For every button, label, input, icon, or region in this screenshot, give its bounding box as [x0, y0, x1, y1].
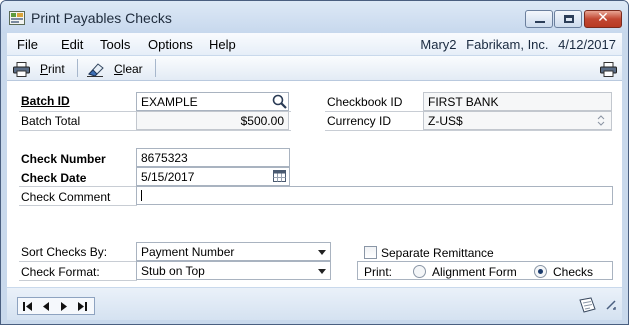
printer-icon: [600, 61, 617, 77]
print-right-button[interactable]: [600, 59, 617, 79]
maximize-button[interactable]: [554, 10, 582, 28]
close-icon: ✕: [597, 10, 609, 26]
alignment-form-radio[interactable]: [413, 265, 426, 278]
alignment-form-label: Alignment Form: [432, 265, 517, 279]
user-company-date: Mary2 Fabrikam, Inc. 4/12/2017: [414, 37, 616, 52]
divider: [19, 130, 291, 131]
sort-checks-value: Payment Number: [141, 245, 235, 259]
clear-button-label: Clear: [114, 62, 143, 76]
print-button[interactable]: Print: [13, 59, 65, 79]
divider: [325, 130, 612, 131]
sort-checks-select[interactable]: Payment Number: [136, 242, 331, 261]
check-date-label: Check Date: [21, 171, 87, 185]
toolbar: Print Clear: [7, 56, 622, 81]
user-name: Mary2: [420, 37, 457, 52]
eraser-icon: [87, 62, 104, 77]
currency-expand-icon[interactable]: [596, 114, 606, 127]
user-date: 4/12/2017: [558, 37, 616, 52]
currency-id-label: Currency ID: [327, 114, 392, 128]
calendar-icon[interactable]: [273, 170, 286, 182]
checkbook-id-label: Checkbook ID: [327, 95, 403, 109]
separate-remittance-label: Separate Remittance: [381, 246, 494, 260]
chevron-down-icon: [318, 250, 326, 255]
record-navigation: [17, 297, 95, 315]
navigation-bar: [7, 288, 622, 320]
title-bar[interactable]: Print Payables Checks ✕: [1, 1, 628, 33]
printer-icon: [13, 61, 30, 77]
checkbook-id-field: FIRST BANK: [423, 92, 612, 111]
app-window-icon: [9, 11, 25, 25]
batch-id-label[interactable]: Batch ID: [21, 94, 70, 108]
sort-checks-label: Sort Checks By:: [21, 245, 108, 259]
checks-radio[interactable]: [534, 265, 547, 278]
check-format-select[interactable]: Stub on Top: [136, 261, 331, 280]
check-number-field[interactable]: 8675323: [136, 148, 290, 167]
check-date-field[interactable]: 5/15/2017: [136, 167, 290, 186]
menu-options[interactable]: Options: [148, 37, 193, 52]
divider: [19, 205, 137, 206]
menu-tools[interactable]: Tools: [100, 37, 130, 52]
menu-help[interactable]: Help: [209, 37, 236, 52]
separate-remittance-checkbox[interactable]: [364, 246, 377, 259]
print-button-label: Print: [40, 62, 65, 76]
menu-bar: File Edit Tools Options Help Mary2 Fabri…: [7, 33, 622, 55]
menu-file[interactable]: File: [17, 37, 38, 52]
window-title: Print Payables Checks: [31, 10, 172, 26]
minimize-button[interactable]: [525, 10, 553, 28]
check-number-label: Check Number: [21, 152, 106, 166]
checks-label: Checks: [553, 265, 594, 279]
check-format-label: Check Format:: [21, 265, 100, 279]
divider: [19, 186, 137, 187]
chevron-down-icon: [318, 269, 326, 274]
toolbar-separator: [77, 59, 78, 77]
next-record-icon[interactable]: [58, 301, 70, 312]
batch-total-value: $500.00: [136, 111, 289, 130]
check-comment-field[interactable]: [136, 186, 613, 205]
currency-id-field: Z-US$: [423, 111, 612, 130]
first-record-icon[interactable]: [22, 301, 34, 312]
close-button[interactable]: ✕: [584, 10, 622, 28]
last-record-icon[interactable]: [76, 301, 88, 312]
check-format-value: Stub on Top: [141, 264, 205, 278]
clear-button[interactable]: Clear: [87, 59, 143, 79]
maximize-icon: [564, 15, 574, 23]
minimize-icon: [535, 21, 545, 23]
note-icon[interactable]: [578, 296, 598, 314]
check-form: Batch ID EXAMPLE Batch Total $500.00 Che…: [7, 81, 622, 287]
text-cursor: [141, 190, 142, 201]
menu-edit[interactable]: Edit: [61, 37, 83, 52]
previous-record-icon[interactable]: [40, 301, 52, 312]
divider: [19, 280, 137, 281]
company-name: Fabrikam, Inc.: [466, 37, 549, 52]
batch-id-field[interactable]: EXAMPLE: [136, 92, 289, 111]
help-icon[interactable]: [604, 298, 618, 312]
toolbar-separator: [155, 59, 156, 77]
batch-lookup-icon[interactable]: [271, 93, 288, 110]
batch-total-label: Batch Total: [21, 114, 81, 128]
divider: [19, 261, 137, 262]
print-payables-checks-window: Print Payables Checks ✕ File Edit Tools …: [0, 0, 629, 325]
print-options-label: Print:: [364, 265, 393, 279]
check-comment-label: Check Comment: [21, 190, 111, 204]
